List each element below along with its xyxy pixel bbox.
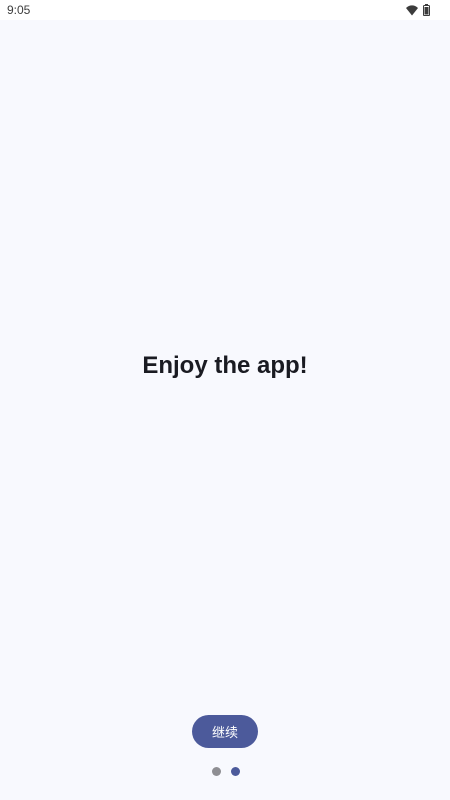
wifi-icon [406, 4, 418, 16]
status-time: 9:05 [7, 3, 31, 17]
status-icons [406, 3, 430, 17]
status-bar: 9:05 [0, 0, 450, 20]
page-indicator [212, 767, 240, 776]
page-dot-1[interactable] [212, 767, 221, 776]
continue-button[interactable]: 继续 [192, 715, 258, 748]
page-dot-2[interactable] [231, 767, 240, 776]
welcome-title: Enjoy the app! [142, 352, 308, 379]
battery-icon [423, 4, 430, 16]
